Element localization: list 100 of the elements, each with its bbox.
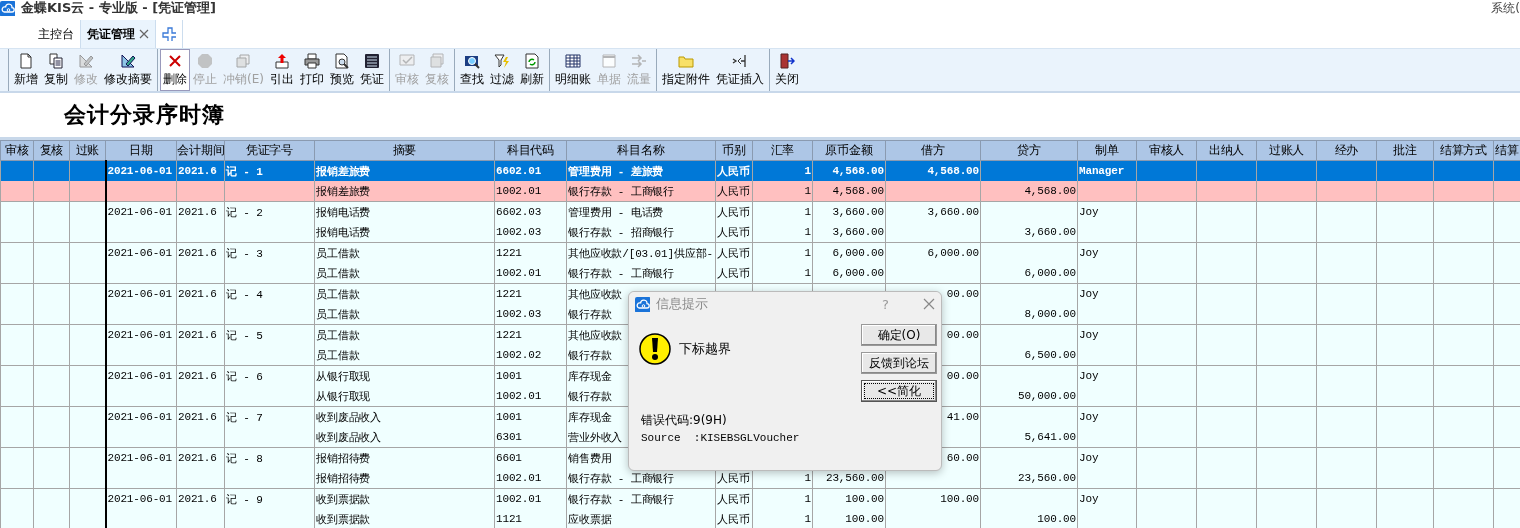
- column-header[interactable]: 汇率: [752, 140, 813, 161]
- table-cell: 2021-06-01: [105, 283, 177, 304]
- table-cell: 1002.01: [494, 488, 567, 509]
- toolbar-button[interactable]: 明细账: [551, 49, 594, 91]
- table-cell: 员工借款: [314, 345, 495, 366]
- preview-icon: [333, 52, 350, 69]
- arrows-icon: [630, 52, 647, 69]
- table-cell: 2021.6: [176, 488, 225, 509]
- table-cell: 1221: [494, 324, 567, 345]
- insert-icon: [731, 52, 748, 69]
- dialog-button[interactable]: 反馈到论坛: [861, 352, 937, 374]
- column-header[interactable]: 摘要: [314, 140, 495, 161]
- table-cell: 1: [752, 263, 813, 284]
- grid-icon: [564, 52, 581, 69]
- close-icon[interactable]: [139, 29, 149, 39]
- toolbar-button[interactable]: 关闭: [771, 49, 802, 91]
- column-header[interactable]: 贷方: [980, 140, 1078, 161]
- column-header[interactable]: 凭证字号: [224, 140, 315, 161]
- toolbar-button[interactable]: 复制: [41, 49, 71, 91]
- column-header[interactable]: 科目名称: [566, 140, 716, 161]
- table-cell: 3,660.00: [980, 222, 1078, 243]
- table-cell: 员工借款: [314, 304, 495, 325]
- table-cell: 从银行取现: [314, 386, 495, 407]
- table-cell: 记 - 3: [224, 242, 315, 263]
- close-icon[interactable]: [923, 298, 935, 310]
- column-header[interactable]: 出纳人: [1196, 140, 1257, 161]
- table-cell: 记 - 4: [224, 283, 315, 304]
- column-header[interactable]: 制单: [1077, 140, 1137, 161]
- tab[interactable]: 凭证管理: [80, 20, 156, 48]
- table-cell: 3,660.00: [812, 201, 886, 222]
- column-header[interactable]: 审核人: [1136, 140, 1197, 161]
- column-header[interactable]: 复核: [33, 140, 70, 161]
- table-cell: 2021.6: [176, 365, 225, 386]
- window-icon: [600, 52, 617, 69]
- column-header[interactable]: 会计期间: [176, 140, 225, 161]
- table-cell: 1002.02: [494, 345, 567, 366]
- toolbar-button[interactable]: 指定附件: [658, 49, 713, 91]
- table-cell: Joy: [1077, 324, 1137, 345]
- table-cell: 2021-06-01: [105, 324, 177, 345]
- table-cell: 1: [752, 201, 813, 222]
- column-header[interactable]: 原币金额: [812, 140, 886, 161]
- table-cell: 2021.6: [176, 406, 225, 427]
- table-cell: 报销招待费: [314, 447, 495, 468]
- table-cell: 2021-06-01: [105, 447, 177, 468]
- toolbar-button[interactable]: 查找: [456, 49, 487, 91]
- column-header[interactable]: 结算: [1493, 140, 1520, 161]
- table-cell: 记 - 7: [224, 406, 315, 427]
- toolbar-button[interactable]: 修改摘要: [101, 49, 155, 91]
- column-header[interactable]: 借方: [885, 140, 981, 161]
- table-cell: 人民币: [715, 488, 753, 509]
- table-cell: 其他应收款/[03.01]供应部-: [566, 242, 716, 263]
- table-cell: 6301: [494, 427, 567, 448]
- column-header[interactable]: 币别: [715, 140, 753, 161]
- toolbar-button[interactable]: 凭证: [356, 49, 387, 91]
- table-cell: Joy: [1077, 365, 1137, 386]
- toolbar-button[interactable]: 刷新: [516, 49, 547, 91]
- table-cell: 6601: [494, 447, 567, 468]
- column-header[interactable]: 日期: [105, 140, 177, 161]
- system-menu[interactable]: 系统(: [1491, 0, 1520, 17]
- column-header[interactable]: 过账: [69, 140, 106, 161]
- table-cell: 2021.6: [176, 324, 225, 345]
- toolbar-button[interactable]: 删除: [160, 49, 190, 91]
- cloud-logo-icon: [635, 296, 650, 312]
- toolbar-button[interactable]: 新增: [11, 49, 41, 91]
- cross-icon: [167, 52, 183, 69]
- toolbar-button[interactable]: 凭证插入: [712, 49, 767, 91]
- table-cell: 应收票据: [566, 509, 716, 528]
- table-cell: 人民币: [715, 201, 753, 222]
- toolbar-button[interactable]: 引出: [266, 49, 297, 91]
- exit-icon: [778, 52, 795, 69]
- table-cell: 6,000.00: [812, 263, 886, 284]
- table-cell: 记 - 2: [224, 201, 315, 222]
- table-cell: 管理费用 - 电话费: [566, 201, 716, 222]
- column-header[interactable]: 审核: [0, 140, 34, 161]
- toolbar-button[interactable]: 过滤: [486, 49, 517, 91]
- table-cell: 50,000.00: [980, 386, 1078, 407]
- table-cell: 1002.01: [494, 263, 567, 284]
- table-cell: 1: [752, 181, 813, 202]
- table-cell: 1002.03: [494, 304, 567, 325]
- column-header[interactable]: 结算方式: [1433, 140, 1494, 161]
- table-cell: 员工借款: [314, 263, 495, 284]
- column-header[interactable]: 过账人: [1256, 140, 1317, 161]
- table-cell: 1121: [494, 509, 567, 528]
- window-title: 金蝶KIS云 - 专业版 - [凭证管理]: [21, 0, 217, 17]
- toolbar-button[interactable]: 预览: [326, 49, 357, 91]
- column-header[interactable]: 科目代码: [494, 140, 567, 161]
- table-cell: 2021-06-01: [105, 201, 177, 222]
- column-header[interactable]: 批注: [1376, 140, 1434, 161]
- dialog-button[interactable]: <<简化: [861, 380, 937, 402]
- stack-icon: [235, 52, 252, 69]
- add-tab-icon[interactable]: [162, 27, 176, 41]
- toolbar-button[interactable]: 打印: [296, 49, 327, 91]
- table-cell: 人民币: [715, 222, 753, 243]
- column-header[interactable]: 经办: [1316, 140, 1377, 161]
- table-cell: 1002.01: [494, 386, 567, 407]
- dialog-button[interactable]: 确定(O): [861, 324, 937, 346]
- table-cell: 4,568.00: [980, 181, 1078, 202]
- table-cell: 1: [752, 488, 813, 509]
- table-cell: 1002.01: [494, 181, 567, 202]
- table-cell: 员工借款: [314, 242, 495, 263]
